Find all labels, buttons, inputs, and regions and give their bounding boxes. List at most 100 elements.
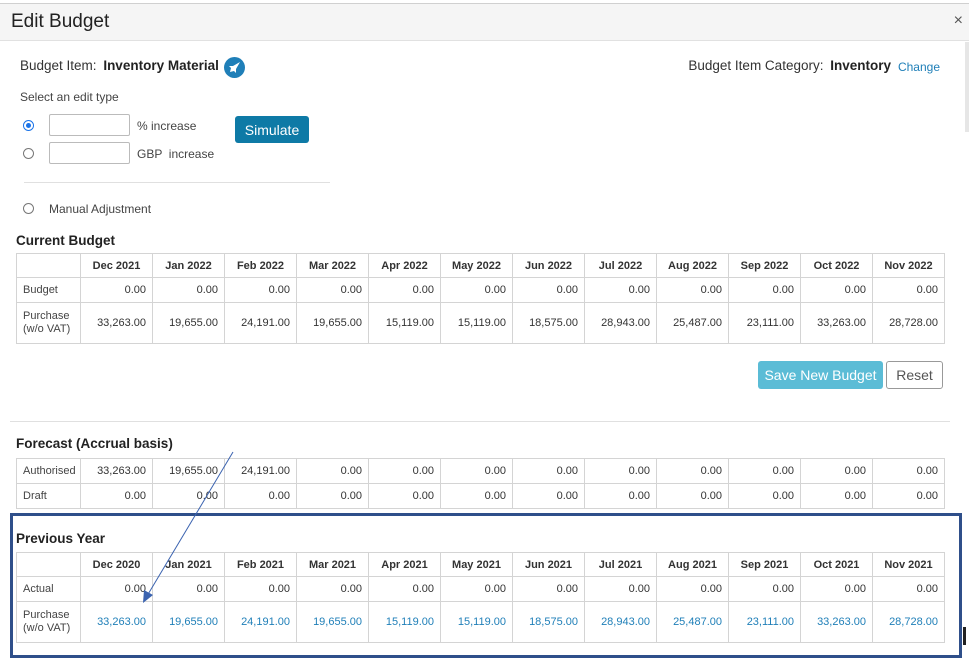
table-cell: 0.00 [728,576,801,602]
current-budget-table: Dec 2021 Jan 2022 Feb 2022 Mar 2022 Apr 2022… [16,253,945,344]
table-header-row: Dec 2021 Jan 2022 Feb 2022 Mar 2022 Apr 2022… [16,253,945,278]
table-cell: 0.00 [368,458,441,484]
table-cell: 19,655.00 [152,302,225,344]
table-cell: 0.00 [296,483,369,509]
month-header: Apr 2021 [368,552,441,577]
table-cell: 28,728.00 [872,302,945,344]
table-cell: 0.00 [584,458,657,484]
table-cell: 0.00 [224,277,297,303]
table-cell: 0.00 [368,277,441,303]
forecast-title: Forecast (Accrual basis) [16,436,173,451]
table-cell[interactable]: 19,655.00 [296,601,369,643]
budget-item: Budget Item: Inventory Material [20,58,219,73]
table-cell[interactable]: 18,575.00 [512,601,585,643]
table-cell: 0.00 [584,277,657,303]
table-cell: 19,655.00 [152,458,225,484]
manual-adjustment-radio[interactable] [23,203,34,214]
divider [24,182,330,183]
table-cell: 0.00 [440,576,513,602]
percent-increase-input[interactable] [49,114,130,136]
row-label: Draft [16,483,81,509]
category-value: Inventory [830,58,891,73]
month-header: Sep 2021 [728,552,801,577]
month-header: Dec 2020 [80,552,153,577]
budget-item-category: Budget Item Category: Inventory [688,58,891,73]
table-cell: 0.00 [512,458,585,484]
row-label: Budget [16,277,81,303]
month-header: May 2021 [440,552,513,577]
table-cell: 0.00 [872,483,945,509]
month-header: Jan 2021 [152,552,225,577]
table-cell: 15,119.00 [368,302,441,344]
table-cell[interactable]: 23,111.00 [728,601,801,643]
scrollbar[interactable] [965,42,969,132]
row-label: Authorised [16,458,81,484]
table-cell: 0.00 [584,576,657,602]
table-header-row: Dec 2020 Jan 2021 Feb 2021 Mar 2021 Apr 2021… [16,552,945,577]
month-header: Mar 2021 [296,552,369,577]
month-header: Nov 2022 [872,253,945,278]
table-cell[interactable]: 25,487.00 [656,601,729,643]
percent-increase-label: % increase [137,119,197,133]
month-header: Nov 2021 [872,552,945,577]
table-cell: 28,943.00 [584,302,657,344]
close-icon[interactable]: × [954,12,963,30]
table-cell: 25,487.00 [656,302,729,344]
table-cell: 0.00 [728,483,801,509]
table-cell: 0.00 [656,483,729,509]
table-cell: 0.00 [440,483,513,509]
table-cell[interactable]: 24,191.00 [224,601,297,643]
table-cell[interactable]: 33,263.00 [800,601,873,643]
header-blank [16,253,81,278]
reset-button[interactable]: Reset [886,361,943,389]
month-header: Jul 2022 [584,253,657,278]
row-label: Actual [16,576,81,602]
table-cell: 15,119.00 [440,302,513,344]
table-cell[interactable]: 19,655.00 [152,601,225,643]
table-cell[interactable]: 15,119.00 [368,601,441,643]
row-label: Purchase (w/o VAT) [16,601,81,643]
table-cell: 0.00 [584,483,657,509]
manual-adjustment-label: Manual Adjustment [49,202,152,216]
forecast-table: Authorised 33,263.00 19,655.00 24,191.00 0.… [16,458,945,509]
table-cell: 0.00 [152,576,225,602]
table-cell: 0.00 [368,576,441,602]
table-cell: 33,263.00 [80,302,153,344]
table-cell: 0.00 [296,458,369,484]
gbp-increase-radio[interactable] [23,148,34,159]
table-cell: 0.00 [224,483,297,509]
change-category-link[interactable]: Change [898,60,940,74]
table-cell: 0.00 [872,458,945,484]
month-header: Aug 2021 [656,552,729,577]
month-header: Jun 2022 [512,253,585,278]
table-cell: 0.00 [872,576,945,602]
month-header: Oct 2022 [800,253,873,278]
table-cell: 23,111.00 [728,302,801,344]
month-header: Oct 2021 [800,552,873,577]
table-cell: 0.00 [152,483,225,509]
current-budget-title: Current Budget [16,233,115,248]
table-row: Purchase (w/o VAT) 33,263.00 19,655.00 24,… [16,302,945,344]
table-row: Authorised 33,263.00 19,655.00 24,191.00 0.… [16,458,945,484]
table-cell: 0.00 [80,576,153,602]
month-header: Mar 2022 [296,253,369,278]
table-cell: 0.00 [80,277,153,303]
percent-increase-radio[interactable] [23,120,34,131]
table-cell[interactable]: 28,728.00 [872,601,945,643]
simulate-button[interactable]: Simulate [235,116,309,143]
table-cell[interactable]: 33,263.00 [80,601,153,643]
table-cell: 0.00 [656,277,729,303]
table-row: Draft 0.00 0.00 0.00 0.00 0.00 0.00 0.00 0.00 0.… [16,483,945,509]
table-cell[interactable]: 15,119.00 [440,601,513,643]
table-cell: 0.00 [872,277,945,303]
gbp-increase-input[interactable] [49,142,130,164]
save-new-budget-button[interactable]: Save New Budget [758,361,883,389]
rocket-icon[interactable] [224,57,245,78]
category-label: Budget Item Category: [688,58,824,73]
table-row: Purchase (w/o VAT) 33,263.00 19,655.00 24,… [16,601,945,643]
table-cell: 0.00 [800,277,873,303]
budget-item-value: Inventory Material [103,58,219,73]
table-cell: 0.00 [800,483,873,509]
table-cell: 0.00 [512,576,585,602]
table-cell[interactable]: 28,943.00 [584,601,657,643]
